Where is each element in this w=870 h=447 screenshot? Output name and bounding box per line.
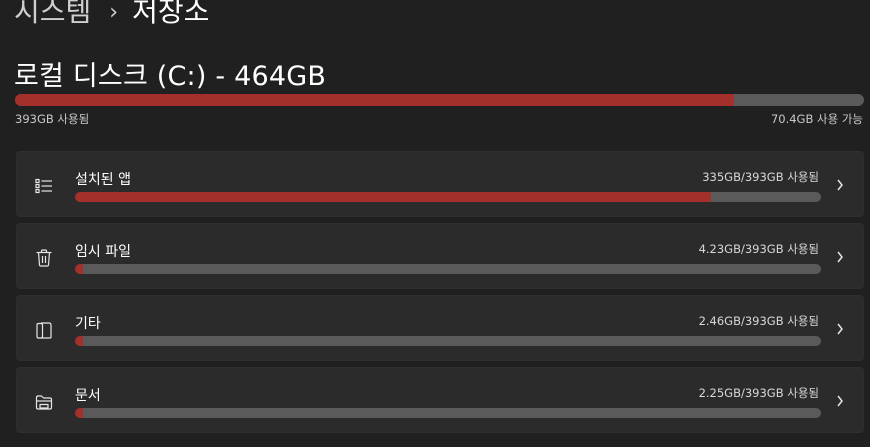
chevron-right-icon bbox=[835, 320, 845, 338]
category-usage-bar-fill bbox=[75, 264, 84, 274]
category-usage-bar bbox=[75, 336, 821, 346]
category-usage-bar-fill bbox=[75, 408, 83, 418]
category-row-temp-files[interactable]: 임시 파일 4.23GB/393GB 사용됨 bbox=[16, 223, 864, 289]
category-usage-bar bbox=[75, 264, 821, 274]
disk-usage-bar-fill bbox=[15, 94, 735, 106]
disk-used-label: 393GB 사용됨 bbox=[15, 112, 90, 126]
breadcrumb: 시스템 › 저장소 bbox=[14, 0, 209, 32]
breadcrumb-system-link[interactable]: 시스템 bbox=[14, 0, 91, 26]
other-files-icon bbox=[34, 320, 54, 340]
chevron-right-icon bbox=[835, 176, 845, 194]
category-name: 설치된 앱 bbox=[75, 172, 131, 188]
disk-title: 로컬 디스크 (C:) - 464GB bbox=[14, 61, 327, 92]
storage-settings-page: 시스템 › 저장소 로컬 디스크 (C:) - 464GB 393GB 사용됨 … bbox=[0, 0, 870, 447]
category-row-documents[interactable]: 문서 2.25GB/393GB 사용됨 bbox=[16, 367, 864, 433]
breadcrumb-separator-icon: › bbox=[109, 0, 119, 25]
category-usage-bar bbox=[75, 192, 821, 202]
page-title: 저장소 bbox=[132, 0, 210, 28]
category-name: 임시 파일 bbox=[75, 244, 131, 260]
list-icon bbox=[34, 176, 54, 196]
disk-free-label: 70.4GB 사용 가능 bbox=[770, 112, 863, 126]
chevron-right-icon bbox=[835, 248, 845, 266]
category-usage: 335GB/393GB 사용됨 bbox=[702, 170, 819, 184]
category-name: 문서 bbox=[75, 388, 101, 404]
folder-icon bbox=[34, 392, 54, 412]
category-name: 기타 bbox=[75, 316, 101, 332]
storage-category-list: 설치된 앱 335GB/393GB 사용됨 임시 파일 4.23GB/393GB… bbox=[16, 151, 864, 439]
category-usage: 4.23GB/393GB 사용됨 bbox=[698, 242, 819, 256]
category-row-installed-apps[interactable]: 설치된 앱 335GB/393GB 사용됨 bbox=[16, 151, 864, 217]
category-row-other[interactable]: 기타 2.46GB/393GB 사용됨 bbox=[16, 295, 864, 361]
disk-usage-bar bbox=[15, 94, 864, 106]
category-usage-bar-fill bbox=[75, 336, 83, 346]
category-usage-bar bbox=[75, 408, 821, 418]
category-usage: 2.25GB/393GB 사용됨 bbox=[698, 386, 819, 400]
trash-icon bbox=[34, 248, 54, 268]
category-usage: 2.46GB/393GB 사용됨 bbox=[698, 314, 819, 328]
chevron-right-icon bbox=[835, 392, 845, 410]
category-usage-bar-fill bbox=[75, 192, 711, 202]
